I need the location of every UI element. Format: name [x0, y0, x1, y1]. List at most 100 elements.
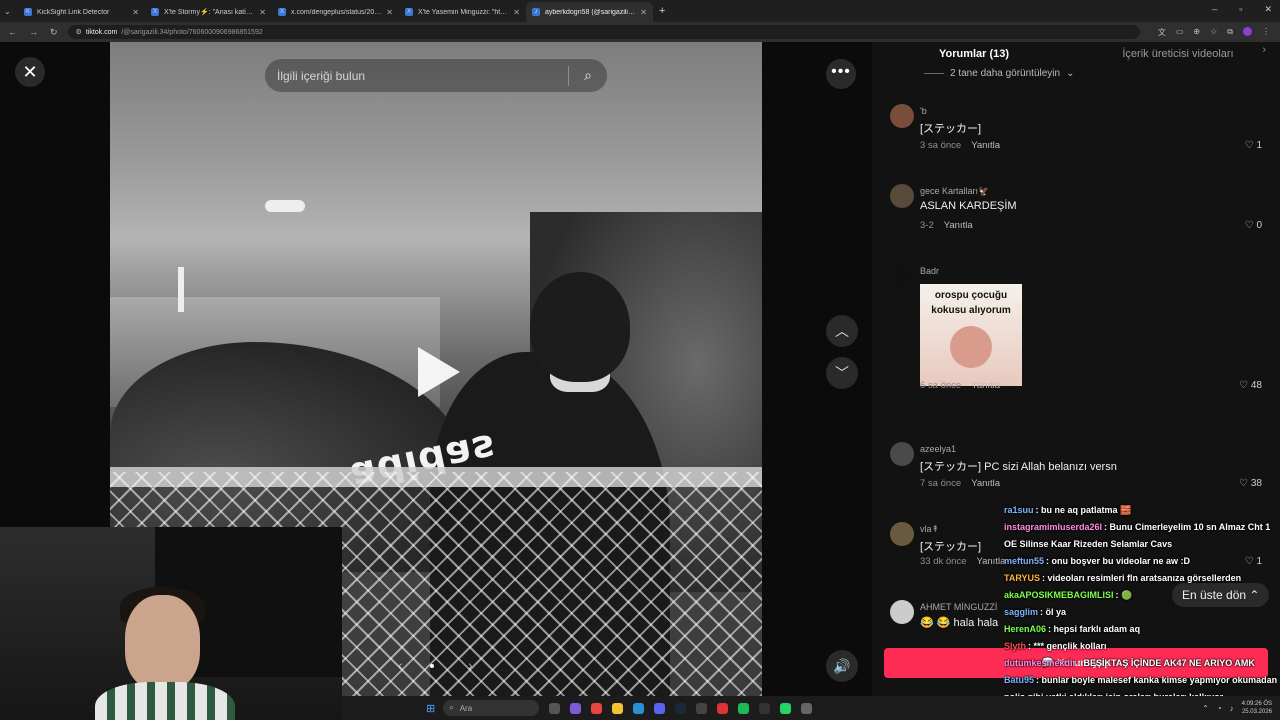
related-search-input[interactable]: [265, 59, 568, 92]
comment-time: 6 sa önce: [920, 380, 962, 391]
profile-avatar[interactable]: [1243, 26, 1252, 36]
tab-close-icon[interactable]: ✕: [513, 8, 520, 17]
volume-tray-icon[interactable]: ♪: [1230, 704, 1234, 713]
new-tab-button[interactable]: +: [659, 5, 665, 17]
chat-username[interactable]: instagramimluserda26l: [1004, 522, 1102, 532]
comment-username[interactable]: Badr: [920, 266, 939, 276]
comment-username[interactable]: azeelya1: [920, 444, 956, 454]
carousel-dot[interactable]: [430, 664, 434, 668]
close-window-icon[interactable]: ✕: [1264, 4, 1272, 15]
carousel-next-icon[interactable]: ›: [468, 657, 473, 673]
view-more-replies[interactable]: 2 tane daha görüntüleyin ⌄: [924, 68, 1074, 79]
like-button[interactable]: ♡ 48: [1239, 380, 1262, 391]
app-icon-2[interactable]: [801, 702, 813, 714]
tab-close-icon[interactable]: ✕: [640, 8, 647, 17]
cast-icon[interactable]: ▭: [1176, 27, 1184, 38]
chat-username[interactable]: ra1suu: [1004, 505, 1034, 515]
tab-creator-videos[interactable]: İçerik üreticisi videoları: [1076, 42, 1280, 66]
search-icon[interactable]: ⌕: [569, 67, 607, 84]
windows-start-icon[interactable]: ⊞: [426, 702, 435, 715]
extensions-icon[interactable]: ⧉: [1227, 27, 1233, 38]
previous-post-button[interactable]: ︿: [826, 315, 858, 347]
app-icon[interactable]: [696, 702, 708, 714]
tray-chevron-icon[interactable]: ⌃: [1202, 704, 1209, 713]
like-button[interactable]: ♡ 38: [1239, 478, 1262, 489]
like-button[interactable]: ♡ 1: [1245, 140, 1262, 151]
reply-link[interactable]: Yanıtla: [971, 140, 1000, 151]
bookmark-star-icon[interactable]: ☆: [1210, 27, 1217, 38]
avatar[interactable]: [890, 442, 914, 466]
translate-icon[interactable]: 文: [1158, 27, 1166, 38]
whatsapp-icon[interactable]: [780, 702, 792, 714]
next-post-button[interactable]: ﹀: [826, 357, 858, 389]
chat-username[interactable]: Batu95: [1004, 675, 1034, 685]
site-info-icon[interactable]: ⚙: [76, 28, 82, 36]
volume-button[interactable]: 🔊: [826, 650, 858, 682]
reply-link[interactable]: Yanıtla: [944, 220, 973, 231]
browser-tab[interactable]: X X'te Stormy⚡: "Anası katil p... ✕: [145, 2, 272, 22]
reply-link[interactable]: Yanıtla: [976, 556, 1005, 567]
back-icon[interactable]: ←: [8, 27, 17, 38]
minimize-icon[interactable]: –: [1212, 4, 1217, 15]
menu-icon[interactable]: ⋮: [1262, 27, 1270, 38]
forward-icon[interactable]: →: [29, 27, 38, 38]
spotify-icon[interactable]: [738, 702, 750, 714]
tab-close-icon[interactable]: ✕: [259, 8, 266, 17]
discord-icon[interactable]: [654, 702, 666, 714]
task-view-icon[interactable]: [549, 702, 561, 714]
panel-more-icon[interactable]: ›: [1262, 44, 1266, 56]
chat-username[interactable]: akaAPOSIKMEBAGIMLISI: [1004, 590, 1114, 600]
reply-link[interactable]: Yanıtla: [971, 478, 1000, 489]
comment-meta: 33 dk önce Yanıtla: [920, 556, 1005, 567]
browser-tab[interactable]: K KickSight Link Detector ✕: [18, 2, 145, 22]
chat-username[interactable]: TARYUS: [1004, 573, 1040, 583]
chat-username[interactable]: sagglim: [1004, 607, 1038, 617]
url-field[interactable]: ⚙ tiktok.com/@sarigazili.34/photo/760600…: [67, 25, 1140, 39]
chrome-icon[interactable]: [591, 702, 603, 714]
chat-message: TARYUS: videoları resimleri fln aratsanı…: [1004, 570, 1280, 587]
avatar[interactable]: [890, 264, 914, 288]
avatar[interactable]: [890, 600, 914, 624]
chat-username[interactable]: meftun55: [1004, 556, 1044, 566]
carousel-prev-icon[interactable]: ‹: [398, 657, 403, 673]
tab-close-icon[interactable]: ✕: [132, 8, 139, 17]
chat-username[interactable]: Slyth: [1004, 641, 1026, 651]
obs-icon[interactable]: [759, 702, 771, 714]
steam-icon[interactable]: [675, 702, 687, 714]
close-icon: ✕: [22, 62, 38, 82]
comment-username[interactable]: 'b: [920, 106, 927, 116]
play-icon[interactable]: [418, 347, 460, 397]
file-explorer-icon[interactable]: [612, 702, 624, 714]
wifi-icon[interactable]: ◔: [1217, 704, 1222, 713]
taskbar-search[interactable]: ⌕ Ara: [443, 700, 540, 716]
browser-tab[interactable]: X X'te Yasemin Minguzzi: "https:/ ✕: [399, 2, 526, 22]
avatar[interactable]: [890, 104, 914, 128]
comment-sticker-image[interactable]: orospu çocuğu kokusu alıyorum: [920, 284, 1022, 386]
maximize-icon[interactable]: ▫: [1239, 4, 1242, 15]
browser-tab[interactable]: Xx.com/dengeplus/status/20353 ✕: [272, 2, 399, 22]
tab-comments[interactable]: Yorumlar (13): [872, 42, 1076, 66]
reload-icon[interactable]: ↻: [50, 27, 58, 38]
like-button[interactable]: ♡ 0: [1245, 220, 1262, 231]
tab-favicon-icon: K: [24, 8, 32, 16]
app-icon-red[interactable]: [717, 702, 729, 714]
chat-username[interactable]: dutumkesmekdir: [1004, 658, 1076, 668]
reply-link[interactable]: Yanıtla: [971, 380, 1000, 391]
chat-username[interactable]: HerenA06: [1004, 624, 1046, 634]
avatar[interactable]: [890, 184, 914, 208]
tab-search-icon[interactable]: ⌄: [4, 7, 18, 16]
zoom-icon[interactable]: ⊕: [1193, 27, 1200, 38]
comment-username[interactable]: vla↟: [920, 524, 939, 535]
close-button[interactable]: ✕: [15, 57, 45, 87]
copilot-icon[interactable]: [570, 702, 582, 714]
browser-tab[interactable]: ♪ ayberkdogn58 (@sarigazili.34) | ✕: [526, 2, 653, 22]
tab-title: X'te Stormy⚡: "Anası katil p...: [164, 9, 255, 16]
more-options-button[interactable]: •••: [826, 59, 856, 89]
avatar[interactable]: [890, 522, 914, 546]
tab-close-icon[interactable]: ✕: [386, 8, 393, 17]
comment-username[interactable]: AHMET MİNGUZZİ: [920, 602, 997, 612]
like-count: 38: [1250, 478, 1262, 489]
edge-icon[interactable]: [633, 702, 645, 714]
clock[interactable]: 4:09:26 ÖS 25.03.2026: [1242, 700, 1272, 716]
comment-username[interactable]: gece Kartalları🦅: [920, 186, 989, 197]
